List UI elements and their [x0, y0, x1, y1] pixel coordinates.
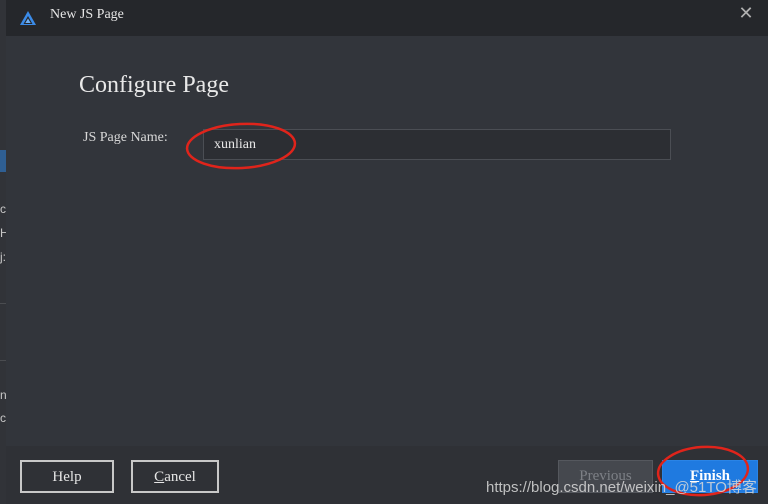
new-js-page-dialog: New JS Page ✕ Configure Page JS Page Nam…: [6, 0, 768, 504]
cancel-mnemonic: C: [154, 469, 165, 485]
dialog-titlebar[interactable]: New JS Page ✕: [6, 0, 768, 36]
close-icon[interactable]: ✕: [736, 4, 756, 24]
watermark-text: https://blog.csdn.net/weixin_@51TO博客: [486, 479, 757, 496]
dialog-title: New JS Page: [50, 7, 124, 22]
dialog-content: Configure Page JS Page Name:: [6, 36, 768, 446]
cancel-label-rest: ancel: [164, 469, 196, 485]
js-page-name-input[interactable]: [203, 129, 671, 160]
js-page-name-label: JS Page Name:: [83, 130, 168, 145]
cancel-button[interactable]: Cancel: [131, 460, 219, 493]
help-button[interactable]: Help: [20, 460, 114, 493]
harmony-app-icon: [20, 11, 36, 25]
page-heading: Configure Page: [79, 72, 229, 98]
